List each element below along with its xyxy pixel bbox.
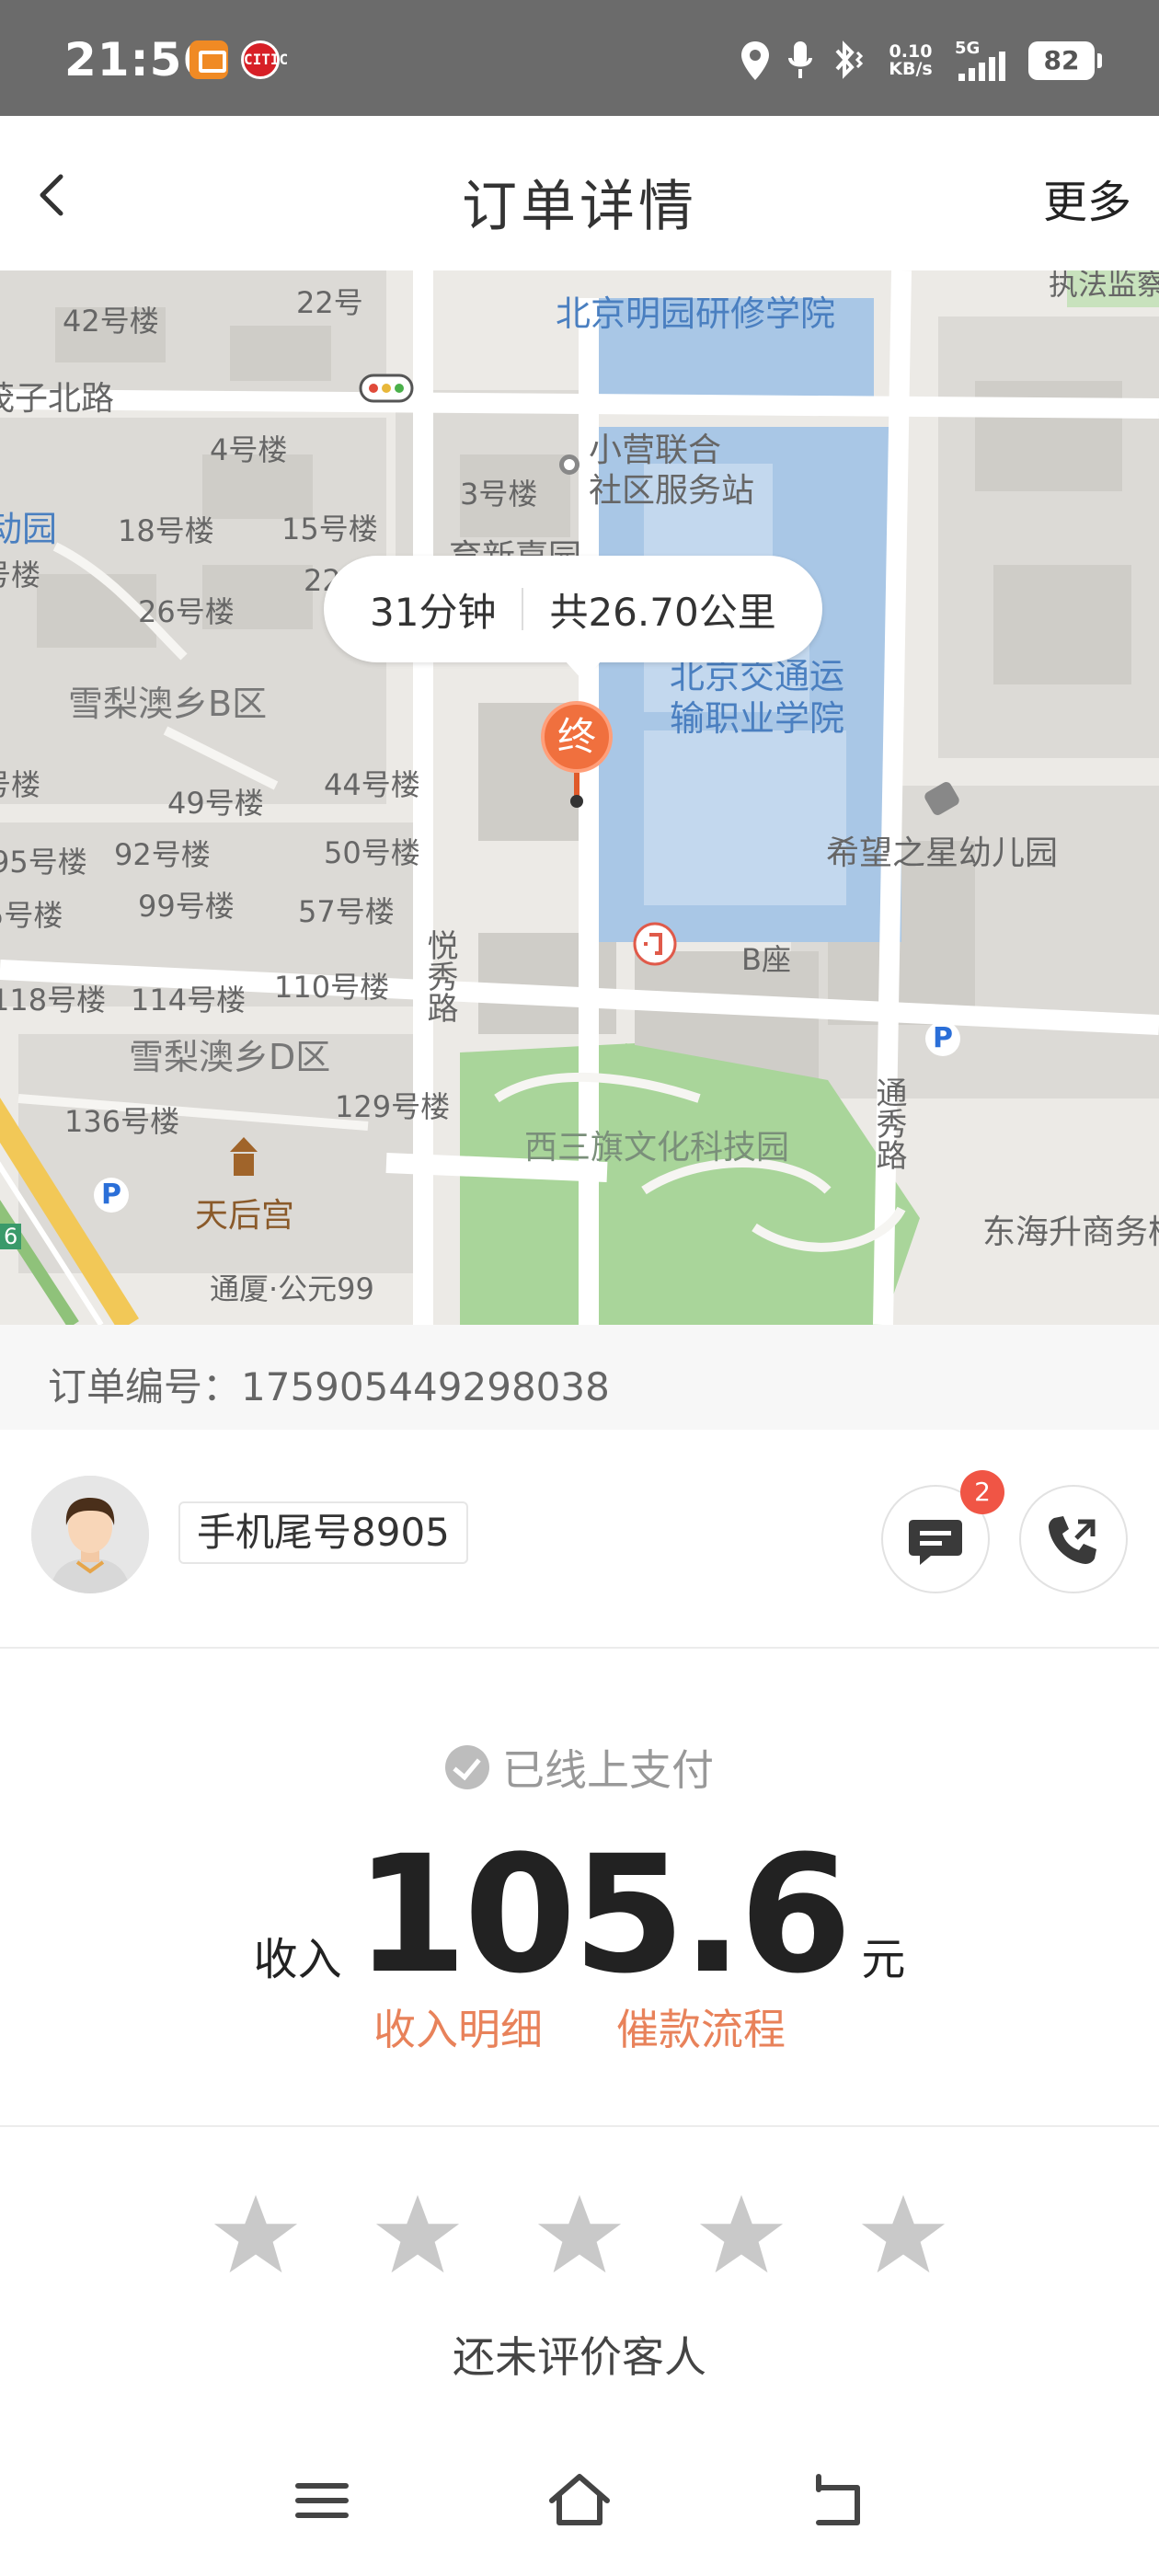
map-label: 50号楼 (324, 835, 420, 870)
map-label: 22号 (296, 285, 363, 320)
map-label: 110号楼 (274, 970, 390, 1005)
payment-links: 收入明细 催款流程 (0, 1996, 1159, 2057)
map-label: 15号楼 (281, 512, 378, 546)
map-label: 号楼 (0, 558, 41, 592)
battery-icon: 82 (1028, 41, 1102, 80)
income-detail-link[interactable]: 收入明细 (373, 1996, 543, 2057)
map-label: 雪梨澳乡D区 (129, 1037, 331, 1077)
star-rating (0, 2190, 1159, 2280)
bank-app-icon: CITIC (241, 40, 289, 79)
check-circle-icon (445, 1745, 489, 1789)
map-label: 号楼 (0, 767, 41, 802)
status-icons: 0.10 KB/s 5G 82 (740, 35, 1102, 86)
parking-icon: P (94, 1178, 129, 1213)
destination-point (570, 795, 583, 808)
map-label: 悦秀路 (421, 929, 458, 1023)
income-line: 收入 105.6 元 (0, 1833, 1159, 1998)
more-button[interactable]: 更多 (1043, 166, 1131, 230)
customer-phone-tail: 手机尾号8905 (178, 1501, 468, 1564)
order-number-row: 订单编号：175905449298038 (0, 1325, 1159, 1430)
payment-status: 已线上支付 (0, 1737, 1159, 1798)
payment-status-text: 已线上支付 (502, 1745, 714, 1795)
income-label: 收入 (253, 1934, 342, 1985)
bluetooth-vibrate-icon (835, 40, 864, 79)
map-label: 129号楼 (335, 1089, 451, 1124)
star-icon[interactable] (858, 2190, 948, 2280)
map-label: 99号楼 (138, 889, 235, 924)
map-label: 18号楼 (118, 513, 214, 548)
back-arrow-icon (816, 2474, 860, 2525)
income-unit: 元 (861, 1934, 906, 1985)
nav-menu-button[interactable] (285, 2464, 359, 2537)
map-label: 92号楼 (114, 837, 211, 872)
map-label: 49号楼 (167, 786, 264, 821)
map-label: 动园 (0, 509, 58, 549)
route-distance: 共26.70公里 (549, 589, 776, 635)
map-label: 执法监察 (1049, 270, 1159, 302)
bank-app-icon-text: CITIC (244, 51, 289, 68)
map-label: 希望之星幼儿园 (826, 834, 1059, 872)
rating-section: 还未评价客人 (0, 2127, 1159, 2421)
star-icon[interactable] (373, 2190, 463, 2280)
collection-process-link[interactable]: 催款流程 (616, 1996, 786, 2057)
map-label: 西三旗文化科技园 (524, 1129, 790, 1167)
map-label: 44号楼 (324, 767, 420, 802)
notification-app-icon (189, 40, 228, 79)
microphone-icon (788, 41, 812, 78)
customer-row: 手机尾号8905 2 (0, 1430, 1159, 1649)
route-map[interactable]: 北京明园研修学院 22号 42号楼 茂子北路 4号楼 小营联合 社区服务站 3号… (0, 270, 1159, 1325)
map-label: 42号楼 (63, 304, 159, 339)
map-label: 136号楼 (64, 1104, 180, 1139)
map-label: 3号楼 (460, 477, 538, 512)
map-label: 114号楼 (131, 983, 247, 1018)
map-label: 26号楼 (138, 594, 235, 629)
map-label: 6 (0, 1224, 22, 1249)
order-number: 订单编号：175905449298038 (48, 1364, 610, 1409)
star-icon[interactable] (696, 2190, 786, 2280)
map-label: 118号楼 (0, 983, 107, 1018)
map-label: 57号楼 (298, 894, 395, 929)
signal-icon: 5G (955, 39, 1012, 83)
menu-icon (295, 2483, 349, 2518)
home-icon (549, 2474, 610, 2525)
payment-section: 已线上支付 收入 105.6 元 收入明细 催款流程 (0, 1649, 1159, 2127)
map-label: 社区服务站 (589, 472, 755, 510)
status-bar: 21:56 CITIC 0.10 KB/s 5G 82 (0, 0, 1159, 116)
destination-marker: 终 (541, 701, 613, 773)
income-amount: 105.6 (354, 1821, 853, 2009)
network-speed: 0.10 KB/s (883, 43, 938, 78)
star-icon[interactable] (534, 2190, 625, 2280)
route-time: 31分钟 (370, 589, 497, 635)
nav-back-button[interactable] (800, 2464, 874, 2537)
map-label: 4号楼 (210, 432, 288, 467)
call-button[interactable] (1019, 1485, 1128, 1593)
map-label: B座 (741, 942, 791, 977)
location-icon (741, 41, 769, 80)
message-badge: 2 (960, 1470, 1004, 1514)
map-label: 输职业学院 (670, 698, 845, 739)
system-nav-bar (0, 2421, 1159, 2576)
page-title: 订单详情 (462, 175, 697, 239)
map-label: 北京明园研修学院 (556, 293, 836, 334)
map-label: 95号楼 (0, 845, 87, 880)
map-label: 通秀路 (870, 1076, 907, 1170)
avatar (31, 1476, 149, 1593)
route-info-bubble: 31分钟 共26.70公里 (324, 556, 822, 681)
map-label: 天后宫 (195, 1197, 295, 1235)
bubble-divider (522, 588, 524, 630)
phone-icon (1049, 1516, 1096, 1564)
map-label: 东海升商务楼 (982, 1213, 1159, 1251)
nav-home-button[interactable] (543, 2464, 616, 2537)
map-label: 通厦·公元99 (210, 1271, 374, 1306)
map-label: 5号楼 (0, 898, 63, 933)
map-label: 茂子北路 (0, 380, 115, 418)
star-icon[interactable] (211, 2190, 301, 2280)
poi-marker (559, 454, 580, 475)
parking-icon: P (925, 1021, 960, 1056)
rating-hint: 还未评价客人 (453, 2332, 706, 2382)
map-label: 雪梨澳乡B区 (68, 684, 268, 724)
network-speed-unit: KB/s (889, 59, 933, 79)
avatar-icon (31, 1476, 149, 1593)
header: 订单详情 更多 (0, 116, 1159, 270)
